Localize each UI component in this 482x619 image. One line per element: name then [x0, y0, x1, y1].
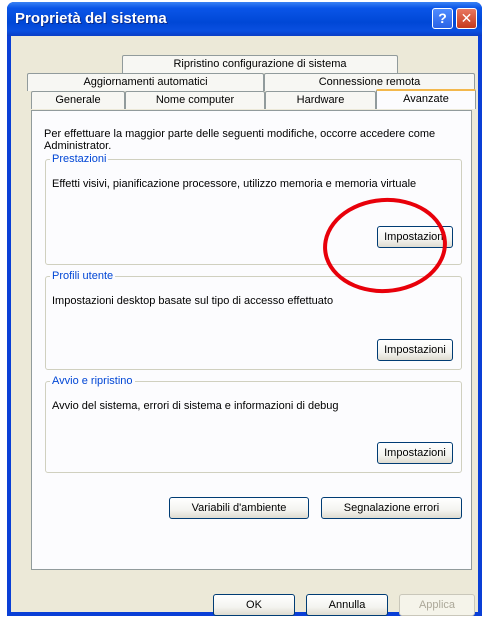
- dialog-client-area: Ripristino configurazione di sistema Agg…: [11, 36, 478, 616]
- user-profiles-group-title: Profili utente: [50, 270, 116, 282]
- tab-system-restore[interactable]: Ripristino configurazione di sistema: [122, 55, 398, 73]
- tab-general[interactable]: Generale: [31, 91, 125, 109]
- user-profiles-settings-button[interactable]: Impostazioni: [377, 339, 453, 361]
- error-reporting-label: Segnalazione errori: [343, 502, 440, 514]
- performance-description: Effetti visivi, pianificazione processor…: [52, 178, 417, 190]
- environment-variables-label: Variabili d'ambiente: [191, 502, 287, 514]
- close-icon: ✕: [460, 10, 473, 26]
- startup-recovery-description: Avvio del sistema, errori di sistema e i…: [52, 400, 339, 412]
- environment-variables-button[interactable]: Variabili d'ambiente: [169, 497, 309, 519]
- cancel-label: Annulla: [328, 599, 366, 611]
- startup-recovery-settings-label: Impostazioni: [384, 447, 446, 459]
- help-button[interactable]: ?: [432, 8, 453, 29]
- tab-advanced[interactable]: Avanzate: [376, 89, 476, 109]
- system-properties-window: Proprietà del sistema ? ✕ Ripristino con…: [7, 2, 482, 616]
- ok-button[interactable]: OK: [213, 594, 295, 616]
- performance-group-title: Prestazioni: [50, 153, 109, 165]
- startup-recovery-group: Avvio e ripristino Avvio del sistema, er…: [45, 375, 462, 473]
- user-profiles-description: Impostazioni desktop basate sul tipo di …: [52, 295, 334, 307]
- apply-button[interactable]: Applica: [399, 594, 475, 616]
- startup-recovery-settings-button[interactable]: Impostazioni: [377, 442, 453, 464]
- advanced-tab-panel: Per effettuare la maggior parte delle se…: [31, 110, 472, 570]
- close-button[interactable]: ✕: [456, 8, 477, 29]
- help-icon: ?: [438, 10, 447, 26]
- window-title: Proprietà del sistema: [15, 10, 167, 27]
- apply-label: Applica: [418, 599, 456, 611]
- tab-automatic-updates[interactable]: Aggiornamenti automatici: [27, 73, 264, 91]
- cancel-button[interactable]: Annulla: [306, 594, 388, 616]
- ok-label: OK: [246, 599, 262, 611]
- user-profiles-settings-label: Impostazioni: [384, 344, 446, 356]
- error-reporting-button[interactable]: Segnalazione errori: [321, 497, 462, 519]
- admin-notice: Per effettuare la maggior parte delle se…: [44, 128, 436, 152]
- title-bar[interactable]: Proprietà del sistema ? ✕: [7, 2, 482, 36]
- tab-hardware[interactable]: Hardware: [265, 91, 376, 109]
- tab-computer-name[interactable]: Nome computer: [125, 91, 265, 109]
- startup-recovery-group-title: Avvio e ripristino: [50, 375, 135, 387]
